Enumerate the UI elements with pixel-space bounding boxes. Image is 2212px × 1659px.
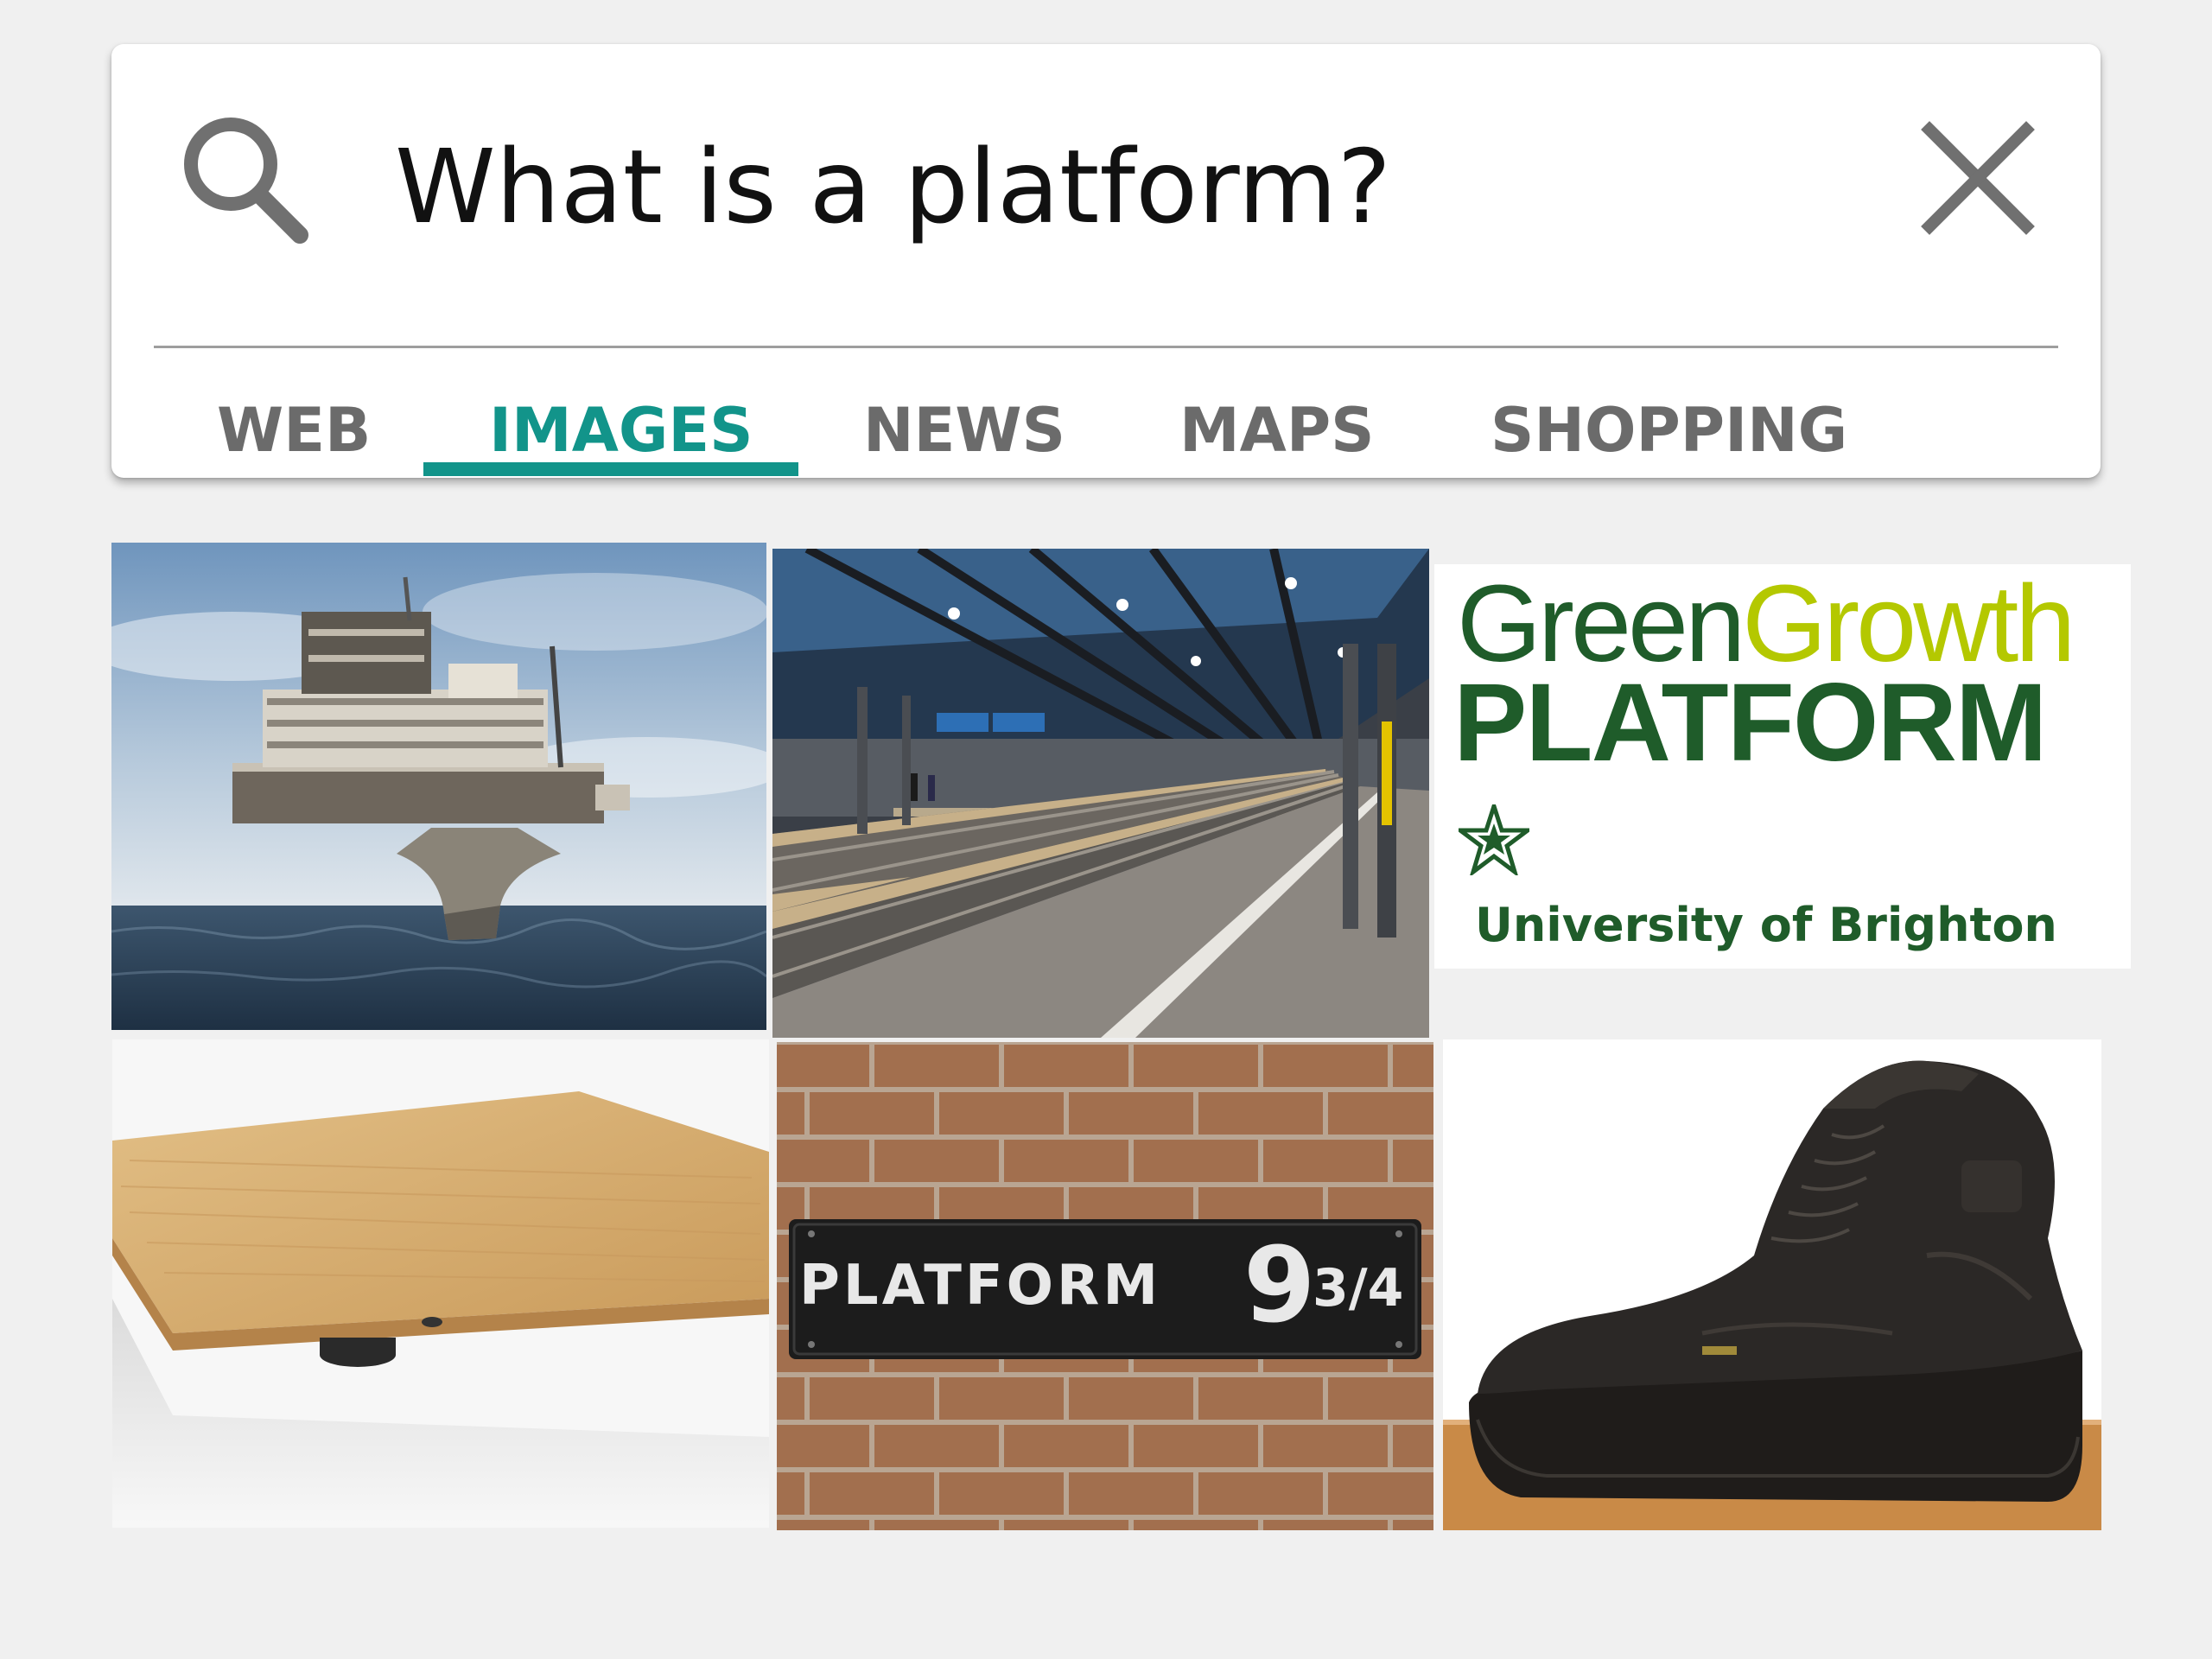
image-result-wooden-platform[interactable] — [112, 1039, 769, 1528]
image-result-platform-shoe[interactable] — [1443, 1039, 2101, 1530]
active-tab-indicator — [423, 462, 798, 476]
train-station-image — [772, 549, 1429, 1038]
search-card: WEB IMAGES NEWS MAPS SHOPPING — [111, 44, 2101, 478]
image-result-green-growth-logo[interactable]: GreenGrowth PLATFORM University of Brigh… — [1434, 563, 2131, 969]
star-icon — [1459, 804, 1529, 875]
tab-images[interactable]: IMAGES — [489, 400, 753, 461]
brick-wall-sign-image: PLATFORM 9 3/4 — [777, 1042, 1433, 1530]
tab-maps[interactable]: MAPS — [1179, 400, 1375, 461]
tab-news[interactable]: NEWS — [863, 400, 1065, 461]
sign-text-platform: PLATFORM — [799, 1254, 1161, 1318]
logo-organization: University of Brighton — [1475, 898, 2057, 952]
search-icon[interactable] — [172, 109, 319, 256]
page: WEB IMAGES NEWS MAPS SHOPPING — [0, 0, 2212, 1659]
oil-platform-image — [111, 543, 766, 1030]
logo-word-platform: PLATFORM — [1453, 661, 2047, 785]
sign-fraction: 3/4 — [1313, 1258, 1403, 1319]
search-bar — [111, 44, 2101, 303]
image-result-platform-nine-three-quarters[interactable]: PLATFORM 9 3/4 — [777, 1042, 1433, 1530]
wooden-platform-image — [112, 1039, 769, 1528]
tab-shopping[interactable]: SHOPPING — [1491, 400, 1847, 461]
sign-number: 9 — [1243, 1226, 1316, 1346]
close-icon[interactable] — [1909, 109, 2047, 247]
platform-shoe-image — [1443, 1039, 2101, 1530]
image-result-train-station[interactable] — [772, 549, 1429, 1038]
search-tabs: WEB IMAGES NEWS MAPS SHOPPING — [111, 348, 2101, 478]
image-result-oil-platform[interactable] — [111, 543, 766, 1030]
tab-web[interactable]: WEB — [217, 400, 371, 461]
search-input[interactable] — [395, 126, 1864, 247]
